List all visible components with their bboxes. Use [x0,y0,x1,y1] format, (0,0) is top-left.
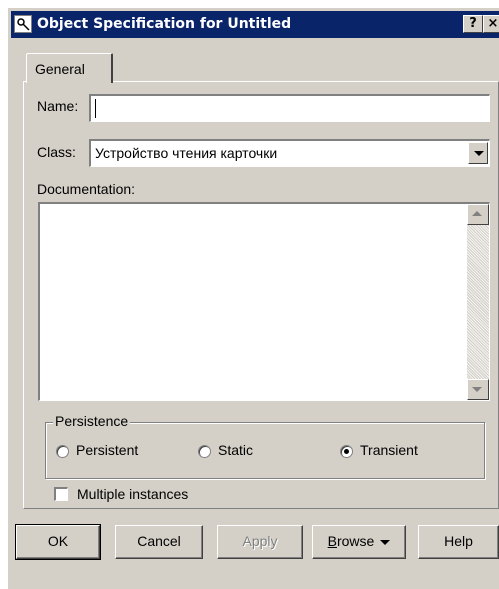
persistent-radio[interactable] [56,445,69,458]
text-caret [95,99,96,118]
persistent-label[interactable]: Persistent [76,442,138,458]
browse-button[interactable]: Browse [312,525,406,559]
chevron-down-icon[interactable] [468,142,488,164]
transient-radio[interactable] [340,445,353,458]
cancel-button[interactable]: Cancel [115,525,203,559]
browse-mnemonic: B [327,533,337,549]
class-value: Устройство чтения карточки [95,145,278,161]
documentation-label: Documentation: [37,181,136,197]
scroll-down-arrow-icon[interactable] [467,379,489,400]
class-combobox[interactable]: Устройство чтения карточки [89,139,490,167]
scroll-up-arrow-icon[interactable] [467,204,489,225]
documentation-textarea[interactable] [38,202,490,401]
window-title: Object Specification for Untitled [37,16,292,32]
persistence-group: Persistence Persistent Static Transient [45,413,485,479]
name-label: Name: [37,98,79,114]
static-label[interactable]: Static [218,442,253,458]
tab-general-label: General [35,61,85,77]
persistence-title: Persistence [53,413,131,429]
help-title-button[interactable]: ? [463,15,483,33]
title-bar[interactable]: Object Specification for Untitled ? × [11,11,499,38]
object-specification-dialog: Object Specification for Untitled ? × Ge… [8,8,499,589]
object-spec-icon[interactable] [14,15,32,33]
transient-label[interactable]: Transient [360,442,418,458]
class-label: Class: [37,144,76,160]
multiple-instances-label[interactable]: Multiple instances [77,486,188,502]
tab-general[interactable]: General [26,53,113,83]
browse-label: rowse [336,533,375,549]
close-button[interactable]: × [483,15,499,33]
help-button[interactable]: Help [418,525,499,559]
apply-button[interactable]: Apply [217,525,303,559]
static-radio[interactable] [198,445,211,458]
dropdown-arrow-icon [380,539,391,545]
ok-button[interactable]: OK [15,524,101,560]
name-input[interactable] [89,94,490,122]
documentation-scrollbar[interactable] [467,204,489,400]
multiple-instances-checkbox[interactable] [54,487,68,501]
